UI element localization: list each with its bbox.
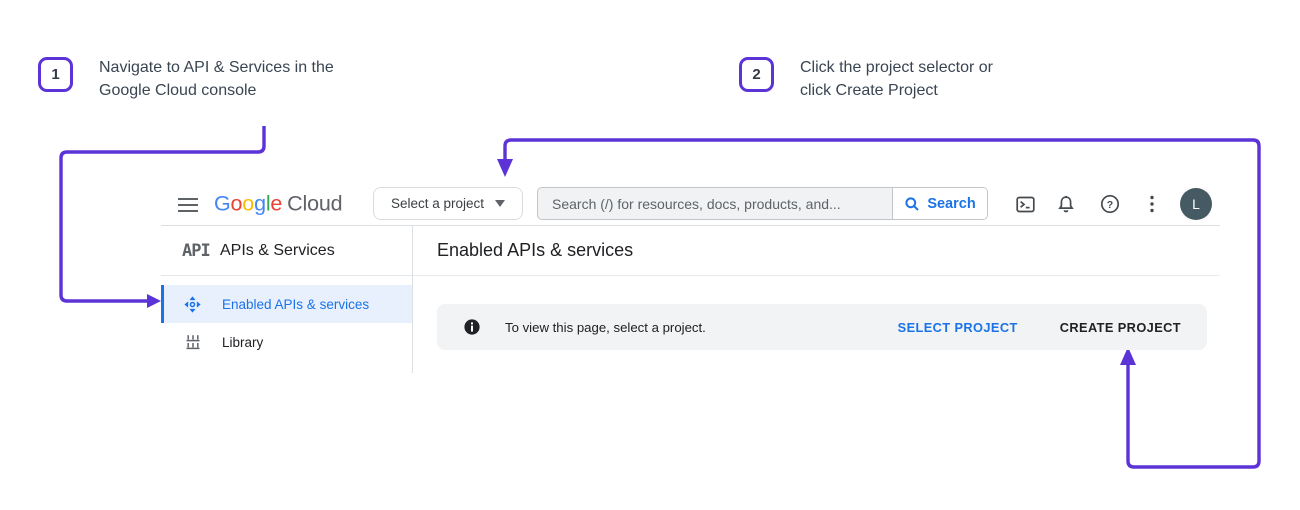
avatar-initial: L [1192,196,1200,212]
search-icon [904,196,920,212]
enabled-apis-icon [184,296,201,313]
api-product-icon: API [182,241,220,261]
notifications-button[interactable] [1053,191,1079,217]
sidebar-header: API APIs & Services [161,226,412,276]
step-1-text-line2: Google Cloud console [99,79,334,102]
select-project-button[interactable]: SELECT PROJECT [898,320,1018,335]
svg-text:?: ? [1107,199,1113,211]
step-2-arrowhead-down [497,159,513,177]
help-icon: ? [1100,194,1120,214]
project-selector-label: Select a project [391,196,484,211]
annotated-screenshot: 1 Navigate to API & Services in the Goog… [0,0,1300,510]
content-header: Enabled APIs & services [413,226,1220,276]
search-field[interactable] [538,188,892,219]
sidebar-nav: Enabled APIs & services [161,285,412,361]
project-selector-button[interactable]: Select a project [373,187,523,220]
console-top-bar: GoogleCloud Select a project Search [161,183,1220,226]
cloud-shell-button[interactable] [1012,191,1038,217]
step-2-text: Click the project selector or click Crea… [800,56,993,102]
step-1-text-line1: Navigate to API & Services in the [99,56,334,79]
page-title: Enabled APIs & services [437,240,633,261]
sidebar-item-enabled-apis[interactable]: Enabled APIs & services [161,285,412,323]
search-bar: Search [537,187,988,220]
step-2-text-line1: Click the project selector or [800,56,993,79]
sidebar-item-label: Library [222,335,263,350]
step-1-arrowhead [147,294,161,308]
select-project-banner: To view this page, select a project. SEL… [437,304,1207,350]
info-icon [464,319,480,335]
banner-actions: SELECT PROJECT CREATE PROJECT [898,320,1181,335]
search-button[interactable]: Search [892,188,987,219]
more-options-button[interactable] [1139,191,1165,217]
bell-icon [1057,195,1075,214]
menu-icon[interactable] [177,196,199,214]
sidebar-item-library[interactable]: Library [161,323,412,361]
step-2-number: 2 [752,66,760,83]
create-project-button[interactable]: CREATE PROJECT [1060,320,1181,335]
cloud-logo-suffix: Cloud [287,192,342,216]
step-2-badge: 2 [739,57,774,92]
sidebar: API APIs & Services Enabled AP [161,226,413,373]
account-avatar[interactable]: L [1180,188,1212,220]
cloud-shell-icon [1016,196,1035,213]
search-button-label: Search [927,196,975,212]
google-cloud-logo[interactable]: GoogleCloud [214,192,342,217]
step-1-text: Navigate to API & Services in the Google… [99,56,334,102]
search-input[interactable] [552,196,878,212]
sidebar-item-label: Enabled APIs & services [222,297,369,312]
banner-message: To view this page, select a project. [505,320,706,335]
step-2-text-line2: click Create Project [800,79,993,102]
caret-down-icon [495,200,505,207]
more-vert-icon [1149,195,1155,213]
step-1-number: 1 [51,66,59,83]
library-icon [184,334,201,351]
sidebar-title: APIs & Services [220,242,335,260]
help-button[interactable]: ? [1097,191,1123,217]
step-1-badge: 1 [38,57,73,92]
google-logo-wordmark: Google [214,192,282,216]
